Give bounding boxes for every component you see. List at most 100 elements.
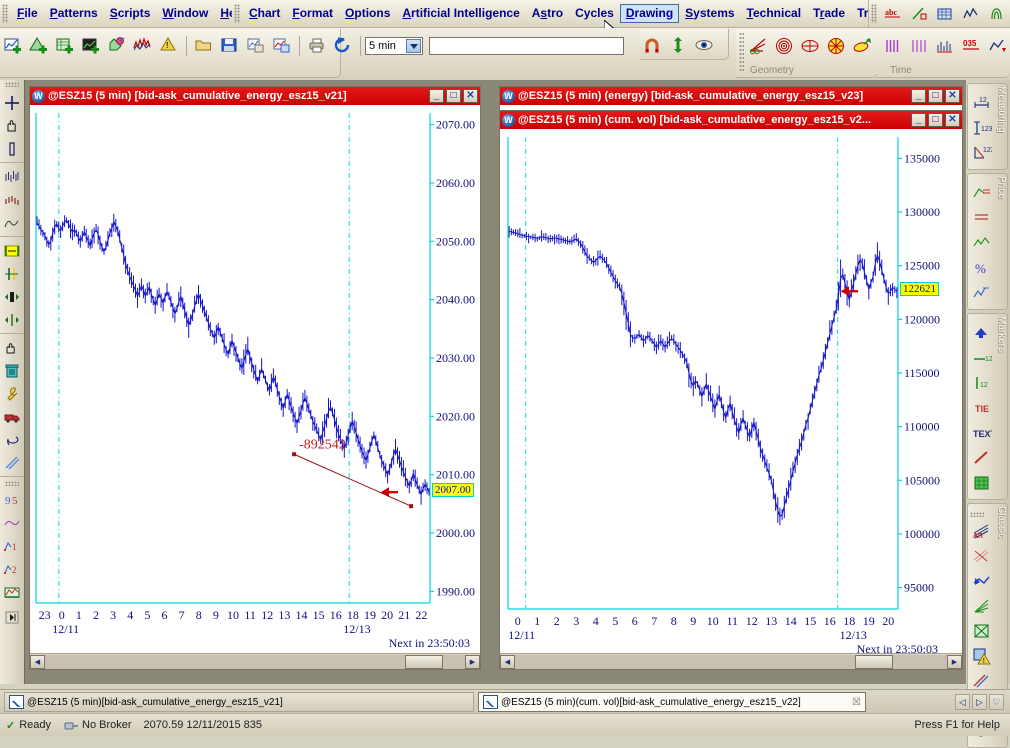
cumvol-chart-hscrollbar[interactable]: ◀ ▶ <box>500 653 962 669</box>
scroll-right-button[interactable]: ▶ <box>465 654 480 669</box>
menu-item-technical[interactable]: Technical <box>741 4 807 23</box>
taskbar-item-price[interactable]: @ESZ15 (5 min)[bid-ask_cumulative_energy… <box>4 692 474 712</box>
nav-next-button[interactable]: ▷ <box>972 694 987 710</box>
scroll-left-button-2[interactable]: ◀ <box>500 654 515 669</box>
menu-item-format[interactable]: Format <box>286 4 339 23</box>
chart-window-cumvol[interactable]: W @ESZ15 (5 min) (cum. vol) [bid-ask_cum… <box>499 110 963 670</box>
scroll-thumb[interactable] <box>405 654 443 669</box>
pie-wheel-icon[interactable] <box>824 33 850 59</box>
grid-icon[interactable] <box>932 1 958 27</box>
angle-icon[interactable] <box>906 1 932 27</box>
open-folder-icon[interactable] <box>191 33 217 59</box>
minimize-button-2[interactable]: _ <box>911 89 926 103</box>
alert-icon[interactable]: ! <box>156 33 182 59</box>
pattern-box-icon[interactable] <box>1 580 23 603</box>
close-button-3[interactable]: ✕ <box>945 113 960 127</box>
new-sheet-icon[interactable] <box>52 33 78 59</box>
fingerprint-icon[interactable] <box>984 1 1010 27</box>
wave-icon[interactable] <box>1 511 23 534</box>
indicator-icon[interactable] <box>130 33 156 59</box>
menu-grip-icon[interactable] <box>2 4 8 23</box>
visibility-eye-icon[interactable] <box>692 33 718 59</box>
truck-icon[interactable] <box>1 405 23 428</box>
menu-item-window[interactable]: Window <box>156 4 214 23</box>
save-chart-icon[interactable] <box>243 33 269 59</box>
menu-item-artificial-intelligence[interactable]: Artificial Intelligence <box>396 4 525 23</box>
zigzag-icon[interactable] <box>958 1 984 27</box>
nav-favorite-button[interactable]: ♡ <box>989 694 1004 710</box>
symbol-input[interactable] <box>429 37 624 55</box>
numbers-035-icon[interactable]: 035 <box>959 33 985 59</box>
menu-item-scripts[interactable]: Scripts <box>104 4 157 23</box>
chart-window-energy-titlebar[interactable]: W @ESZ15 (5 min) (energy) [bid-ask_cumul… <box>500 87 962 105</box>
maximize-button-3[interactable]: □ <box>928 113 943 127</box>
menu-item-options[interactable]: Options <box>339 4 396 23</box>
measure-angle-icon[interactable]: 123 <box>970 141 994 165</box>
close-button[interactable]: ✕ <box>463 89 478 103</box>
chart-window-price-titlebar[interactable]: W @ESZ15 (5 min) [bid-ask_cumulative_ene… <box>30 87 480 105</box>
bar-chart-icon[interactable] <box>1 165 23 188</box>
wave2-icon[interactable]: 2 <box>1 557 23 580</box>
abc-text-icon[interactable]: abc <box>880 1 906 27</box>
marker-tie-icon[interactable]: TIE <box>970 396 994 420</box>
price-trend-icon[interactable] <box>970 281 994 305</box>
cursor-bar-icon[interactable] <box>1 137 23 160</box>
lasso-icon[interactable] <box>1 428 23 451</box>
compress-icon[interactable] <box>1 308 23 331</box>
nine-five-icon[interactable]: 95 <box>1 488 23 511</box>
geometry-grip-icon[interactable] <box>739 32 744 72</box>
gann-arrow-icon[interactable] <box>970 569 994 593</box>
maximize-button[interactable]: □ <box>446 89 461 103</box>
fan-green-icon[interactable] <box>970 594 994 618</box>
menu-grip-icon-2[interactable] <box>234 4 240 23</box>
magnet-icon[interactable] <box>640 33 666 59</box>
nav-prev-button[interactable]: ◁ <box>955 694 970 710</box>
grid-box-icon[interactable] <box>970 619 994 643</box>
ellipse-cross-icon[interactable] <box>798 33 824 59</box>
new-portfolio-icon[interactable] <box>26 33 52 59</box>
concentric-circles-icon[interactable] <box>772 33 798 59</box>
waves-grip-icon[interactable] <box>5 481 19 486</box>
menu-item-astro[interactable]: Astro <box>526 4 569 23</box>
cumvol-chart-plot[interactable]: 1350001300001250001200001150001100001050… <box>500 129 962 653</box>
crosshair-icon[interactable] <box>1 91 23 114</box>
scroll-left-button[interactable]: ◀ <box>30 654 45 669</box>
price-chart-plot[interactable]: 2070.00 2060.00 2050.00 2040.00 2030.00 2020.… <box>30 105 480 653</box>
percent-icon[interactable]: % <box>970 256 994 280</box>
marker-arrow-icon[interactable] <box>970 321 994 345</box>
chart-window-cumvol-titlebar[interactable]: W @ESZ15 (5 min) (cum. vol) [bid-ask_cum… <box>500 111 962 129</box>
trash-icon[interactable] <box>1 359 23 382</box>
taskbar-item-cumvol[interactable]: @ESZ15 (5 min)(cum. vol)[bid-ask_cumulat… <box>478 692 866 712</box>
hand-pan-icon[interactable] <box>1 114 23 137</box>
menu-item-drawing[interactable]: Drawing <box>619 4 680 23</box>
minimize-button[interactable]: _ <box>429 89 444 103</box>
histogram-icon[interactable] <box>933 33 959 59</box>
left-toolbar-grip-icon[interactable] <box>5 82 19 87</box>
line-chart-icon[interactable] <box>1 211 23 234</box>
expand-right-icon[interactable] <box>1 606 23 629</box>
menu-item-systems[interactable]: Systems <box>679 4 740 23</box>
price-time-grip-icon[interactable] <box>871 4 877 23</box>
wave1-icon[interactable]: 1 <box>1 534 23 557</box>
wrench-icon[interactable] <box>1 382 23 405</box>
save-as-chart-icon[interactable] <box>269 33 295 59</box>
menu-item-chart[interactable]: Chart <box>243 4 286 23</box>
scroll-track-2[interactable] <box>515 654 947 669</box>
scroll-right-button-2[interactable]: ▶ <box>947 654 962 669</box>
ellipse-arrow-icon[interactable] <box>850 33 876 59</box>
candlestick-icon[interactable] <box>1 188 23 211</box>
vertical-lines-icon[interactable] <box>907 33 933 59</box>
paint-chart-icon[interactable] <box>104 33 130 59</box>
close-button-2[interactable]: ✕ <box>945 89 960 103</box>
chart-window-price-body[interactable]: 2070.00 2060.00 2050.00 2040.00 2030.00 2020.… <box>30 105 480 669</box>
bar-spacing-icon[interactable] <box>1 262 23 285</box>
price-zigzag-icon[interactable] <box>970 231 994 255</box>
save-icon[interactable] <box>217 33 243 59</box>
print-icon[interactable] <box>304 33 330 59</box>
status-broker[interactable]: No Broker <box>57 716 138 734</box>
marker-level-icon[interactable]: 12 <box>970 346 994 370</box>
menu-item-trade[interactable]: Trade <box>807 4 851 23</box>
chart-window-price[interactable]: W @ESZ15 (5 min) [bid-ask_cumulative_ene… <box>29 86 481 670</box>
price-channel-icon[interactable] <box>970 181 994 205</box>
warning-icon[interactable]: ! <box>970 644 994 668</box>
